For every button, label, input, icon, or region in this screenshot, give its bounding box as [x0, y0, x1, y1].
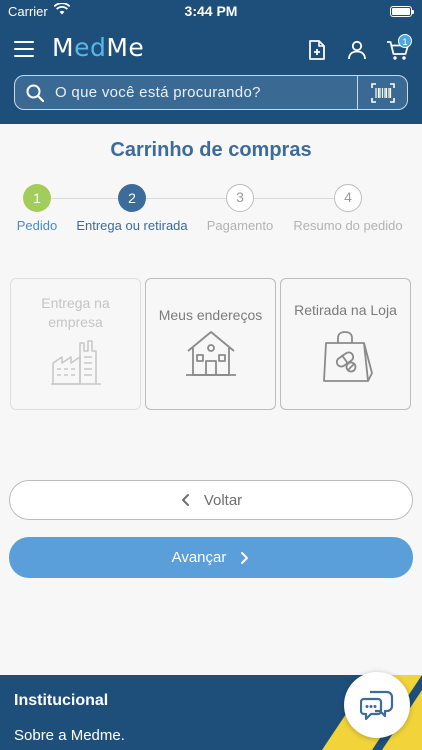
page-title: Carrinho de compras: [110, 139, 312, 161]
step-label: Pagamento: [206, 218, 274, 233]
clock: 3:44 PM: [184, 3, 238, 19]
step-connector: [50, 198, 118, 199]
option-retirada-loja[interactable]: Retirada na Loja: [280, 278, 411, 410]
delivery-options: Entrega na empresa Meus endereços Retira…: [10, 278, 412, 410]
app-logo[interactable]: MedMe: [52, 33, 144, 62]
option-label: Entrega na empresa: [41, 295, 110, 330]
pharmacy-bag-icon: [322, 331, 373, 382]
chevron-right-icon: [241, 551, 249, 564]
prescription-icon[interactable]: [306, 39, 328, 61]
app-header: MedMe 1: [0, 24, 422, 124]
chat-icon: [360, 690, 394, 721]
step-connector: [146, 198, 226, 199]
step-pagamento[interactable]: 3 Pagamento: [207, 184, 273, 233]
step-number: 2: [118, 184, 146, 212]
option-entrega-empresa[interactable]: Entrega na empresa: [10, 278, 141, 410]
user-icon[interactable]: [346, 39, 368, 61]
step-number: 1: [23, 184, 51, 212]
search-icon[interactable]: [15, 77, 55, 109]
menu-icon[interactable]: [14, 41, 34, 57]
option-label: Retirada na Loja: [294, 302, 397, 318]
step-resumo[interactable]: 4 Resumo do pedido: [293, 184, 403, 233]
step-label: Pedido: [16, 218, 58, 233]
checkout-stepper: 1 Pedido 2 Entrega ou retirada 3 Pagamen…: [0, 184, 422, 244]
footer-link-sobre[interactable]: Sobre a Medme.: [14, 727, 125, 744]
step-label: Entrega ou retirada: [76, 218, 188, 233]
battery-icon: [390, 6, 414, 17]
factory-icon: [50, 340, 101, 385]
chat-button[interactable]: [344, 672, 410, 738]
barcode-icon: [370, 82, 395, 103]
step-connector: [254, 198, 334, 199]
step-pedido[interactable]: 1 Pedido: [17, 184, 57, 233]
option-meus-enderecos[interactable]: Meus endereços: [145, 278, 276, 410]
footer-title: Institucional: [14, 692, 109, 709]
search-input[interactable]: [55, 84, 357, 101]
option-label: Meus endereços: [158, 307, 263, 323]
barcode-scan-button[interactable]: [357, 75, 407, 110]
house-icon: [185, 331, 236, 376]
back-button-label: Voltar: [203, 491, 243, 509]
next-button-label: Avançar: [171, 549, 227, 566]
cart-count-badge: 1: [398, 34, 412, 48]
step-number: 3: [226, 184, 254, 212]
chevron-left-icon: [181, 494, 189, 506]
search-bar: [14, 75, 408, 110]
next-button[interactable]: Avançar: [9, 537, 413, 578]
step-entrega[interactable]: 2 Entrega ou retirada: [76, 184, 188, 233]
step-number: 4: [334, 184, 362, 212]
step-label: Resumo do pedido: [293, 218, 403, 233]
back-button[interactable]: Voltar: [9, 480, 413, 520]
status-bar: Carrier 3:44 PM: [0, 0, 422, 24]
